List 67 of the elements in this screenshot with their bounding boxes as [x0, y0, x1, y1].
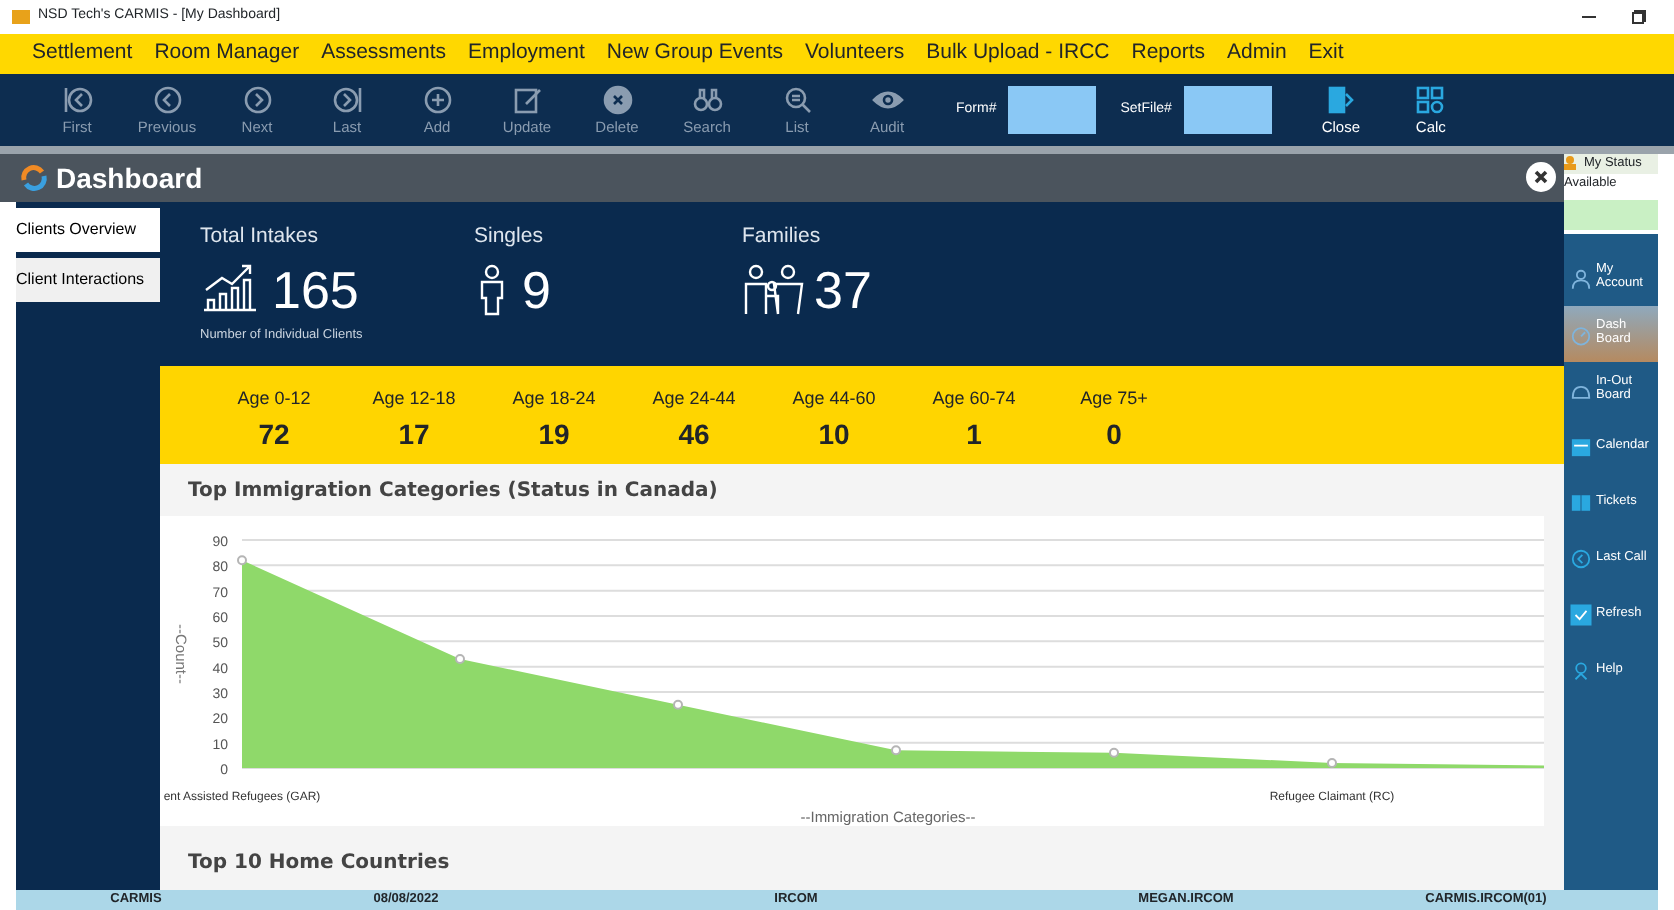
user-icon: [1570, 267, 1592, 289]
age-count: 17: [396, 415, 432, 453]
stat-label: Singles: [474, 222, 545, 252]
next-icon: [241, 84, 273, 117]
side-tab[interactable]: Clients Overview: [16, 208, 160, 252]
menu-item[interactable]: Bulk Upload - IRCC: [926, 38, 1110, 70]
side-tab[interactable]: Client Interactions: [16, 258, 160, 302]
menu-item[interactable]: Settlement: [32, 38, 133, 70]
stat-value: 9: [522, 263, 551, 316]
age-label: Age 18-24: [510, 386, 598, 412]
checkbox-icon: [1570, 603, 1592, 625]
menu-item[interactable]: Employment: [468, 38, 585, 70]
menu-item[interactable]: Volunteers: [805, 38, 905, 70]
last-record-icon: [331, 84, 363, 117]
age-count: 1: [964, 415, 984, 453]
first-record-icon: [61, 84, 93, 117]
stat-label: Families: [742, 222, 823, 252]
menu-item[interactable]: Reports: [1131, 38, 1206, 70]
stat-label: Total Intakes: [200, 222, 320, 252]
age-label: Age 44-60: [790, 386, 878, 412]
status-indicator: [1564, 199, 1658, 229]
age-label: Age 12-18: [370, 386, 458, 412]
data-point: [891, 745, 901, 756]
search-icon: [781, 84, 813, 117]
edit-icon: [511, 84, 543, 117]
data-point: [237, 555, 247, 566]
back-circle-icon: [1570, 547, 1592, 569]
input-field[interactable]: [1183, 86, 1272, 134]
panel-title: Dashboard: [56, 159, 203, 197]
stat-value: 165: [272, 263, 359, 316]
age-count: 72: [256, 415, 292, 453]
binoculars-icon: [691, 84, 723, 117]
menu-item[interactable]: Assessments: [321, 38, 447, 70]
data-point: [455, 654, 465, 665]
age-label: Age 24-44: [650, 386, 738, 412]
age-count: 46: [676, 415, 712, 453]
age-count: 0: [1104, 415, 1124, 453]
age-count: 10: [816, 415, 852, 453]
age-label: Age 60-74: [930, 386, 1018, 412]
data-point: [1109, 747, 1119, 758]
minimize-icon[interactable]: [1582, 15, 1596, 19]
section-title: Top 10 Home Countries: [186, 849, 452, 877]
family-icon: [742, 261, 806, 318]
menu-item[interactable]: Room Manager: [154, 38, 300, 70]
input-field[interactable]: [1008, 86, 1097, 134]
gauge-icon: [1570, 323, 1592, 345]
refresh-arrows-icon: [20, 164, 48, 192]
calendar-icon: [1570, 435, 1592, 457]
chart-title: Top Immigration Categories (Status in Canada): [186, 477, 720, 505]
age-label: Age 0-12: [235, 386, 313, 412]
age-label: Age 75+: [1078, 386, 1150, 412]
delete-icon: [601, 84, 633, 117]
menu-item[interactable]: Admin: [1227, 38, 1287, 70]
data-point: [673, 699, 683, 710]
exit-door-icon: [1324, 84, 1357, 117]
data-point: [1327, 757, 1337, 768]
stat-value: 37: [814, 263, 872, 316]
previous-icon: [151, 84, 183, 117]
menu-item[interactable]: Exit: [1308, 38, 1344, 70]
app-icon: [12, 10, 30, 24]
maximize-icon[interactable]: [1632, 10, 1646, 24]
add-icon: [421, 84, 453, 117]
age-count: 19: [536, 415, 572, 453]
help-icon: [1570, 659, 1592, 681]
user-icon: [1564, 156, 1576, 171]
menu-item[interactable]: New Group Events: [606, 38, 783, 70]
grid-icon: [1414, 84, 1447, 117]
